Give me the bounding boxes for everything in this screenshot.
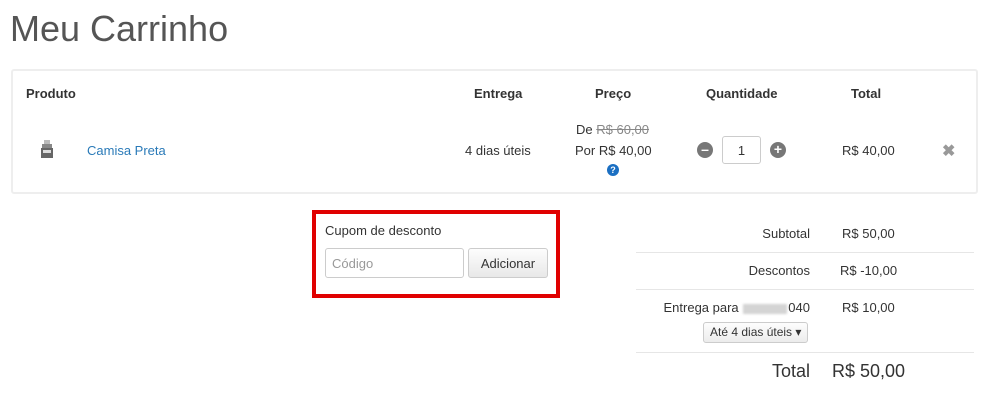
shipping-cep-suffix: 040	[788, 300, 810, 315]
product-name-link[interactable]: Camisa Preta	[87, 143, 166, 158]
shipping-label: Entrega para 040	[664, 300, 811, 315]
item-total: R$ 40,00	[842, 143, 895, 158]
quantity-input[interactable]	[722, 136, 761, 164]
product-thumbnail[interactable]	[40, 140, 54, 160]
column-header-quantidade: Quantidade	[706, 86, 778, 101]
shipping-label-prefix: Entrega para	[663, 300, 739, 315]
subtotal-value: R$ 50,00	[842, 226, 895, 241]
subtotal-label: Subtotal	[762, 226, 810, 241]
summary-divider	[636, 289, 974, 290]
discount-label: Descontos	[748, 263, 810, 278]
question-circle-icon[interactable]: ?	[607, 164, 619, 176]
total-value: R$ 50,00	[832, 361, 906, 381]
price-from-prefix: De	[576, 122, 593, 137]
price-old: R$ 60,00	[596, 122, 650, 137]
plus-circle-icon[interactable]: +	[770, 142, 786, 158]
shipping-option-dropdown[interactable]: Até 4 dias úteis ▾	[703, 322, 809, 343]
price-from: De R$ 60,00	[576, 122, 649, 137]
column-header-total: Total	[851, 86, 882, 101]
column-header-produto: Produto	[26, 86, 76, 101]
minus-circle-icon[interactable]: –	[697, 142, 713, 158]
summary-divider	[636, 352, 974, 353]
total-label: Total	[771, 361, 810, 381]
delivery-time: 4 dias úteis	[465, 143, 531, 158]
page-title: Meu Carrinho	[10, 8, 229, 49]
shipping-value: R$ 10,00	[842, 300, 895, 315]
add-coupon-button[interactable]: Adicionar	[468, 248, 548, 278]
close-icon[interactable]: ✖	[942, 141, 955, 161]
discount-value: R$ -10,00	[840, 263, 898, 278]
coupon-label: Cupom de desconto	[325, 223, 442, 238]
column-header-entrega: Entrega	[474, 86, 523, 101]
coupon-code-input[interactable]	[325, 248, 464, 278]
column-header-preco: Preço	[595, 86, 632, 101]
price-now: Por R$ 40,00	[575, 143, 652, 158]
summary-divider	[636, 252, 974, 253]
masked-cep	[743, 303, 788, 314]
